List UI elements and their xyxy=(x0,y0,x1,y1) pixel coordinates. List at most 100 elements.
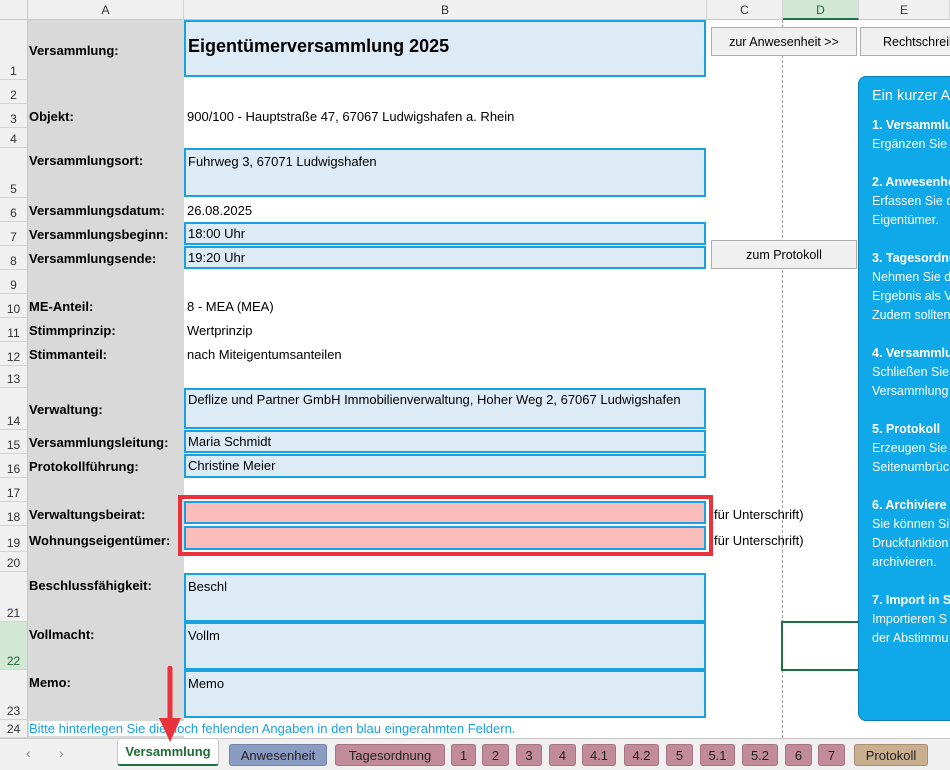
label-stimmanteil: Stimmanteil: xyxy=(29,346,108,362)
row-header-3[interactable]: 3 xyxy=(0,104,28,128)
beirat-note: für Unterschrift) xyxy=(714,507,804,522)
label-stimmprinzip: Stimmprinzip: xyxy=(29,322,116,338)
versammlungsende-field[interactable]: 19:20 Uhr xyxy=(184,246,706,269)
row-header-8[interactable]: 8 xyxy=(0,246,28,270)
scroll-right-icon[interactable]: › xyxy=(59,745,64,761)
row-header-1[interactable]: 1 xyxy=(0,20,28,80)
rechtschreibung-button[interactable]: Rechtschreibung xyxy=(860,27,950,56)
beschlussfaehigkeit-field[interactable]: Beschl xyxy=(184,573,706,622)
row-header-18[interactable]: 18 xyxy=(0,502,28,526)
red-arrow-icon xyxy=(159,666,181,742)
row-header-6[interactable]: 6 xyxy=(0,198,28,222)
label-verwaltungsbeirat: Verwaltungsbeirat: xyxy=(29,506,146,522)
row-header-16[interactable]: 16 xyxy=(0,454,28,478)
row-header-5[interactable]: 5 xyxy=(0,148,28,198)
label-versammlungsende: Versammlungsende: xyxy=(29,250,157,266)
versammlungsende-value: 19:20 Uhr xyxy=(188,250,246,265)
label-vollmacht: Vollmacht: xyxy=(29,626,95,642)
versammlung-value: Eigentümerversammlung 2025 xyxy=(188,36,450,56)
row-header-14[interactable]: 14 xyxy=(0,388,28,430)
column-header-d[interactable]: D xyxy=(783,0,859,20)
stimmanteil-value: nach Miteigentumsanteilen xyxy=(187,346,342,362)
row-header-2[interactable]: 2 xyxy=(0,80,28,104)
sheet-tab-bar: ‹ › Versammlung Anwesenheit Tagesordnung… xyxy=(0,738,950,770)
me-anteil-value: 8 - MEA (MEA) xyxy=(187,298,274,314)
selected-cell-d22[interactable] xyxy=(781,621,860,671)
label-versammlung: Versammlung: xyxy=(29,42,119,58)
column-header-a[interactable]: A xyxy=(28,0,184,20)
versammlungsleitung-value: Maria Schmidt xyxy=(188,434,272,449)
protokollfuehrung-field[interactable]: Christine Meier xyxy=(184,454,706,478)
verwaltungsbeirat-field[interactable] xyxy=(184,501,706,524)
info-item-5: 5. Protokoll Erzeugen Sie Seitenumbrüc xyxy=(872,422,950,474)
tab-anwesenheit[interactable]: Anwesenheit xyxy=(229,744,327,766)
row-header-23[interactable]: 23 xyxy=(0,670,28,720)
row-header-11[interactable]: 11 xyxy=(0,318,28,342)
label-versammlungsbeginn: Versammlungsbeginn: xyxy=(29,226,169,242)
scroll-left-icon[interactable]: ‹ xyxy=(26,745,31,761)
memo-field[interactable]: Memo xyxy=(184,670,706,718)
row-header-22[interactable]: 22 xyxy=(0,622,28,670)
label-wohnungseigentuemer: Wohnungseigentümer: xyxy=(29,532,171,548)
tab-4-2[interactable]: 4.2 xyxy=(624,744,659,766)
tab-5-1[interactable]: 5.1 xyxy=(700,744,735,766)
vollmacht-field[interactable]: Vollm xyxy=(184,622,706,670)
tab-tagesordnung[interactable]: Tagesordnung xyxy=(335,744,445,766)
tab-4[interactable]: 4 xyxy=(549,744,576,766)
info-item-1: 1. Versammlu Ergänzen Sie xyxy=(872,118,950,151)
tab-5-2[interactable]: 5.2 xyxy=(742,744,778,766)
tab-7[interactable]: 7 xyxy=(818,744,845,766)
tab-3[interactable]: 3 xyxy=(516,744,542,766)
info-item-2: 2. Anwesenhe Erfassen Sie d Eigentümer. xyxy=(872,175,950,227)
label-me-anteil: ME-Anteil: xyxy=(29,298,94,314)
tab-2[interactable]: 2 xyxy=(482,744,509,766)
zum-protokoll-button[interactable]: zum Protokoll xyxy=(711,240,857,269)
info-panel: Ein kurzer A 1. Versammlu Ergänzen Sie 2.… xyxy=(858,76,950,721)
tab-1[interactable]: 1 xyxy=(451,744,476,766)
tab-5[interactable]: 5 xyxy=(666,744,693,766)
label-beschlussfaehigkeit: Beschlussfähigkeit: xyxy=(29,577,152,593)
row-header-20[interactable]: 20 xyxy=(0,552,28,572)
row-header-13[interactable]: 13 xyxy=(0,366,28,388)
column-header-b[interactable]: B xyxy=(184,0,707,20)
label-versammlungsleitung: Versammlungsleitung: xyxy=(29,434,169,450)
objekt-value: 900/100 - Hauptstraße 47, 67067 Ludwigsh… xyxy=(187,108,515,124)
select-all-corner[interactable] xyxy=(0,0,28,20)
info-item-7: 7. Import in S Importieren Sder Abstimmu xyxy=(872,593,950,645)
row-header-4[interactable]: 4 xyxy=(0,128,28,148)
row-header-10[interactable]: 10 xyxy=(0,294,28,318)
row-header-19[interactable]: 19 xyxy=(0,526,28,552)
row-header-21[interactable]: 21 xyxy=(0,572,28,622)
versammlung-field[interactable]: Eigentümerversammlung 2025 xyxy=(184,20,706,77)
row-header-17[interactable]: 17 xyxy=(0,478,28,502)
beschlussfaehigkeit-value: Beschl xyxy=(188,579,228,594)
label-verwaltung: Verwaltung: xyxy=(29,401,103,417)
vollmacht-value: Vollm xyxy=(188,628,220,643)
tab-4-1[interactable]: 4.1 xyxy=(582,744,616,766)
versammlungsbeginn-field[interactable]: 18:00 Uhr xyxy=(184,222,706,245)
label-versammlungsdatum: Versammlungsdatum: xyxy=(29,202,165,218)
label-protokollfuehrung: Protokollführung: xyxy=(29,458,139,474)
versammlungsleitung-field[interactable]: Maria Schmidt xyxy=(184,430,706,453)
eigentuemer-note: für Unterschrift) xyxy=(714,533,804,548)
zur-anwesenheit-button[interactable]: zur Anwesenheit >> xyxy=(711,27,857,56)
row-header-9[interactable]: 9 xyxy=(0,270,28,294)
row-header-7[interactable]: 7 xyxy=(0,222,28,246)
info-title: Ein kurzer A xyxy=(872,88,950,104)
info-item-3: 3. Tagesordnu Nehmen Sie d Ergebnis als VZ… xyxy=(872,251,950,322)
verwaltung-field[interactable]: Deflize und Partner GmbH Immobilienverwa… xyxy=(184,388,706,429)
wohnungseigentuemer-field[interactable] xyxy=(184,526,706,550)
memo-value: Memo xyxy=(188,676,225,691)
row-header-24[interactable]: 24 xyxy=(0,720,28,738)
label-versammlungsort: Versammlungsort: xyxy=(29,152,144,168)
versammlungsort-field[interactable]: Fuhrweg 3, 67071 Ludwigshafen xyxy=(184,148,706,197)
versammlungsbeginn-value: 18:00 Uhr xyxy=(188,226,246,241)
versammlungsort-value: Fuhrweg 3, 67071 Ludwigshafen xyxy=(188,154,377,169)
column-header-c[interactable]: C xyxy=(707,0,783,20)
row-header-12[interactable]: 12 xyxy=(0,342,28,366)
hint-text: Bitte hinterlegen Sie die noch fehlenden… xyxy=(29,721,518,736)
tab-protokoll[interactable]: Protokoll xyxy=(854,744,928,766)
tab-6[interactable]: 6 xyxy=(785,744,812,766)
row-header-15[interactable]: 15 xyxy=(0,430,28,454)
column-header-e[interactable]: E xyxy=(859,0,950,20)
